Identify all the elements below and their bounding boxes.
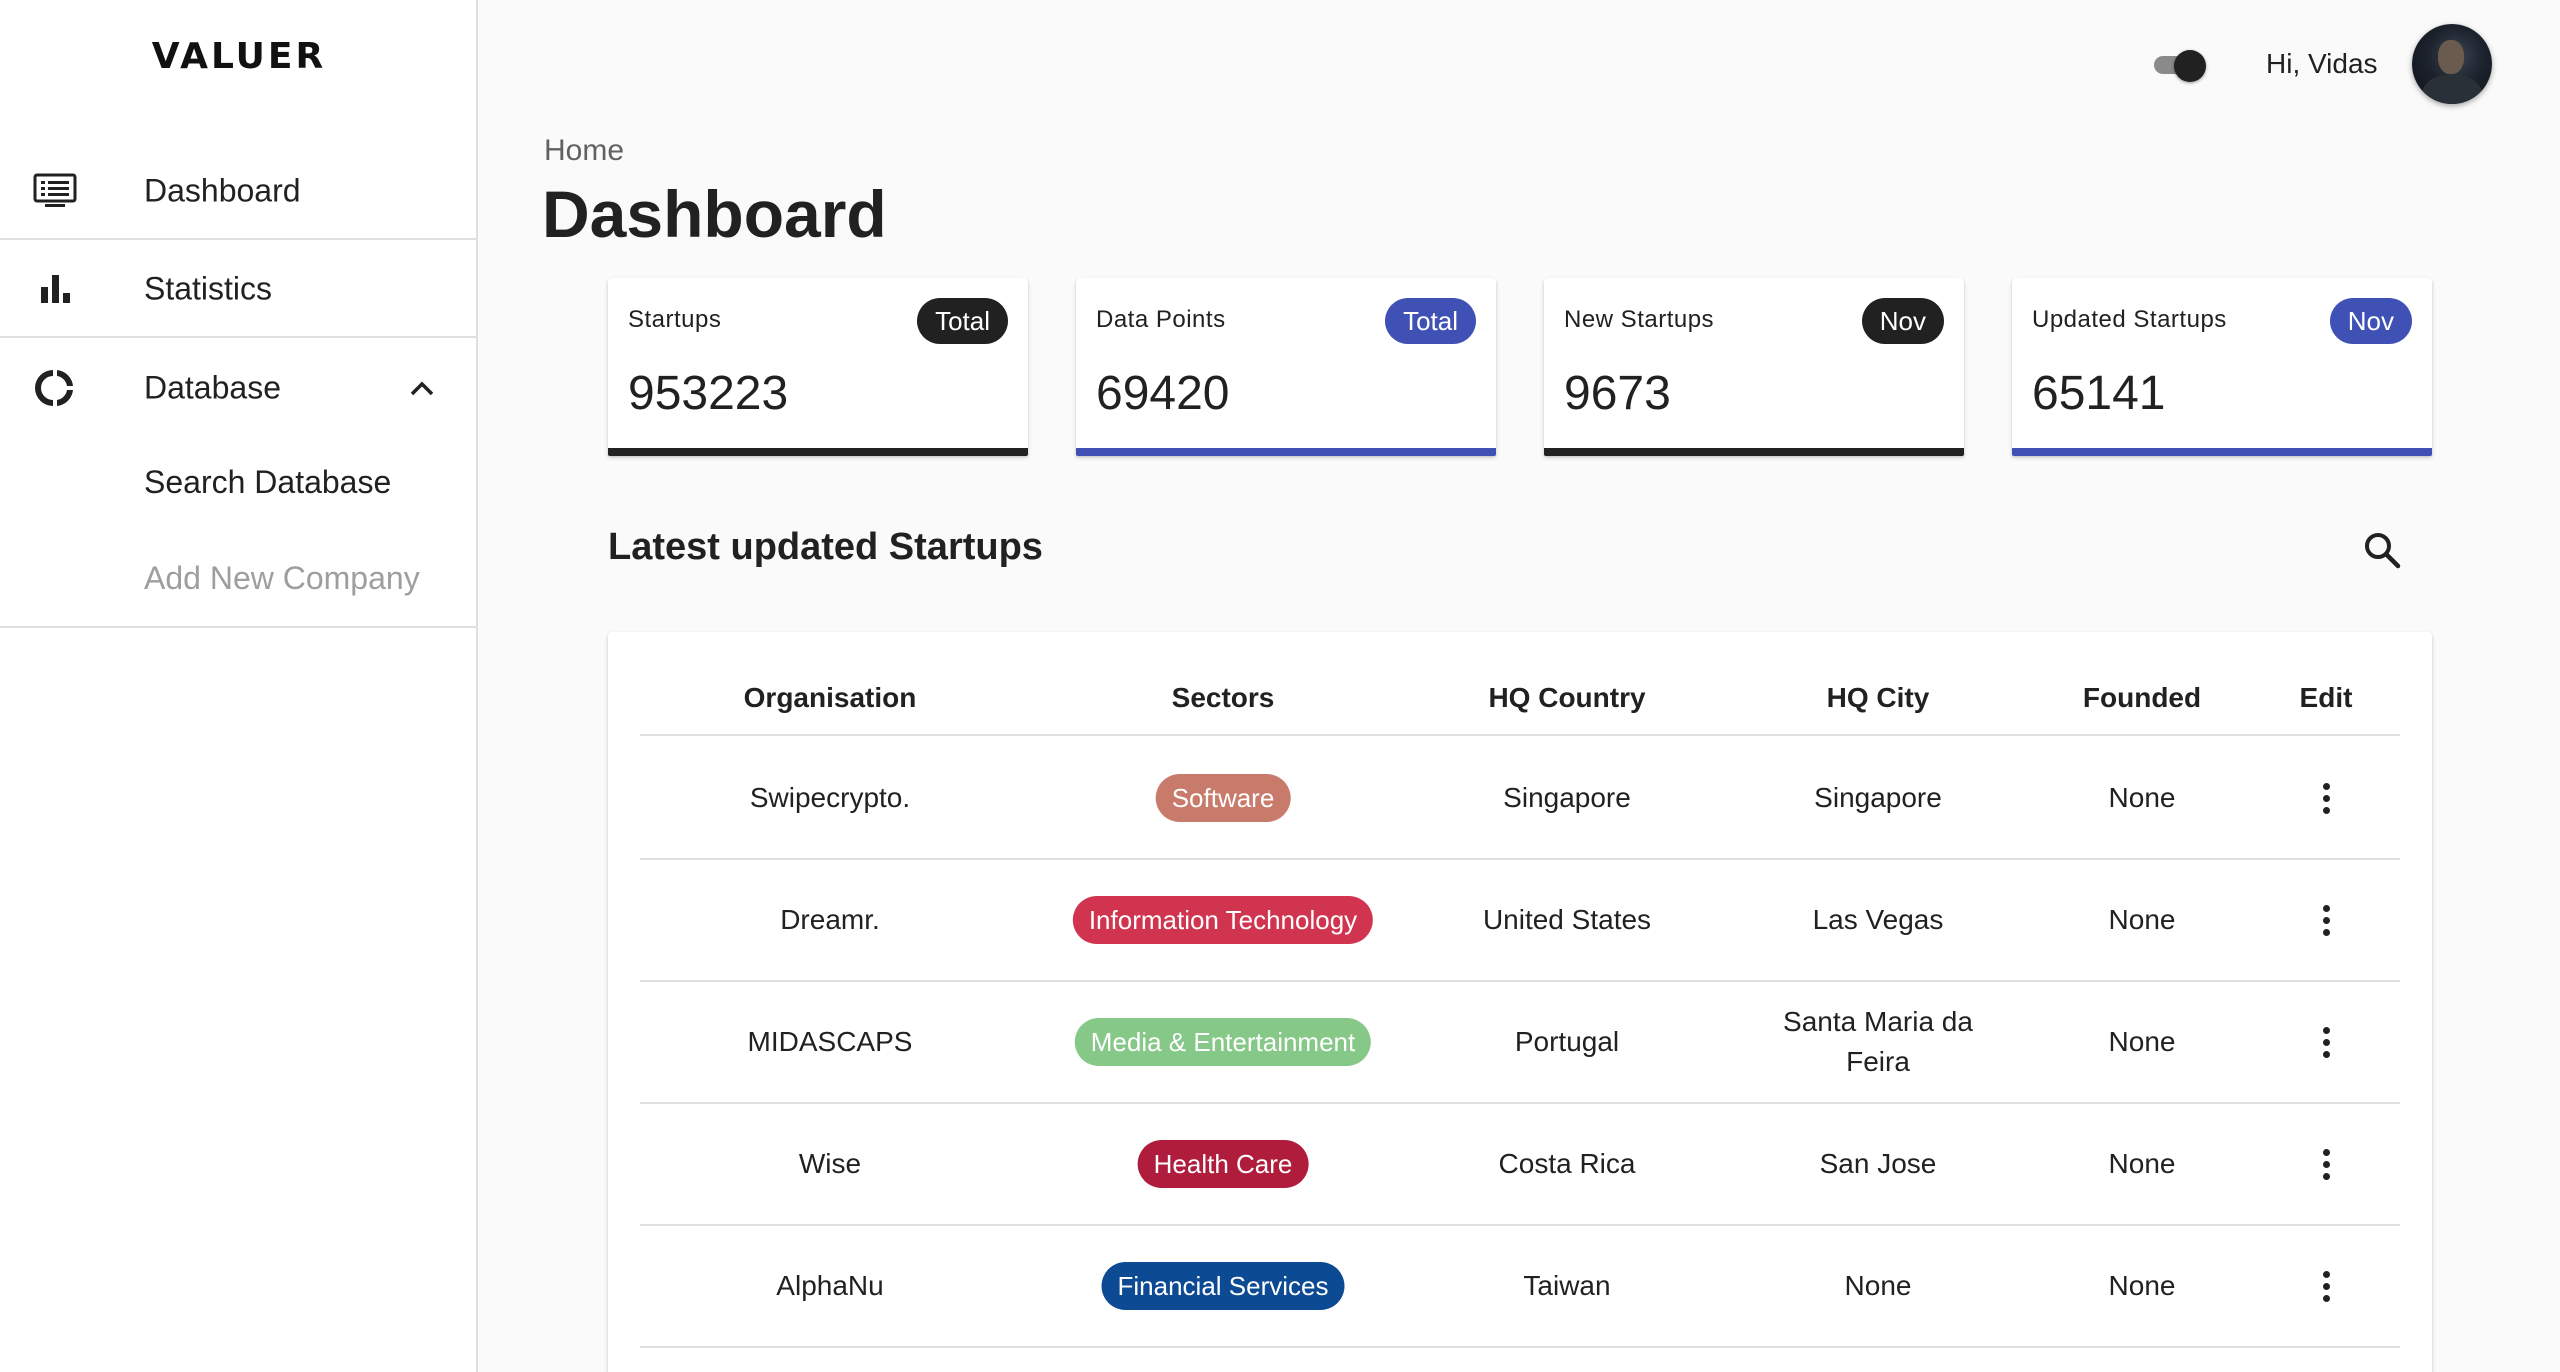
stat-card-new-startups: New Startups Nov 9673: [1544, 278, 1964, 456]
stat-badge: Nov: [2329, 298, 2412, 344]
row-menu-button[interactable]: [2306, 774, 2346, 822]
sidebar-subitem-add-new-company[interactable]: Add New Company: [144, 560, 420, 597]
sidebar: VALUER Dashboard Statistics Database Sea…: [0, 0, 478, 1372]
column-header-organisation[interactable]: Organisation: [744, 682, 917, 714]
avatar[interactable]: [2412, 24, 2492, 104]
cell-founded: None: [2108, 1026, 2176, 1057]
section-title: Latest updated Startups: [608, 526, 1043, 568]
toggle-thumb: [2174, 50, 2206, 82]
table-row[interactable]: Wise Health Care Costa Rica San Jose Non…: [640, 1104, 2400, 1226]
cell-hq-city: None: [1844, 1270, 1912, 1301]
sidebar-item-label: Statistics: [144, 270, 273, 307]
theme-toggle[interactable]: [2154, 50, 2210, 82]
cell-hq-city: San Jose: [1819, 1148, 1937, 1179]
column-header-hq-country[interactable]: HQ Country: [1488, 682, 1645, 714]
page-title: Dashboard: [542, 177, 887, 251]
sector-chip: Software: [1155, 774, 1291, 822]
chevron-up-icon[interactable]: [404, 370, 440, 406]
row-menu-button[interactable]: [2306, 1140, 2346, 1188]
stat-label: New Startups: [1564, 306, 1715, 333]
cell-hq-city: Santa Maria da Feira: [1783, 1006, 1973, 1077]
avatar-face: [2438, 40, 2464, 74]
cell-organisation: Dreamr.: [780, 904, 880, 935]
cell-hq-city: Las Vegas: [1812, 904, 1944, 935]
cell-hq-city: Singapore: [1814, 782, 1942, 813]
stat-badge: Total: [917, 298, 1008, 344]
stat-accent-bar: [2012, 448, 2432, 456]
row-menu-button[interactable]: [2306, 1018, 2346, 1066]
breadcrumb[interactable]: Home: [544, 134, 624, 168]
search-icon: [2365, 533, 2401, 569]
app-logo[interactable]: VALUER: [0, 36, 478, 77]
stat-label: Data Points: [1096, 306, 1226, 333]
startups-table: Organisation Sectors HQ Country HQ City …: [608, 632, 2432, 1372]
sidebar-subitem-search-database[interactable]: Search Database: [144, 464, 391, 501]
table-row[interactable]: MIDASCAPS Media & Entertainment Portugal…: [640, 982, 2400, 1104]
cell-organisation: Wise: [798, 1148, 862, 1179]
cell-organisation: MIDASCAPS: [747, 1026, 913, 1057]
stat-value: 65141: [2032, 367, 2166, 420]
user-greeting: Hi, Vidas: [2266, 48, 2378, 79]
stat-card-startups: Startups Total 953223: [608, 278, 1028, 456]
sidebar-item-label: Dashboard: [144, 172, 301, 209]
sector-chip: Information Technology: [1072, 896, 1374, 944]
stat-value: 69420: [1096, 367, 1230, 420]
stat-accent-bar: [1076, 448, 1496, 456]
cell-founded: None: [2108, 1148, 2176, 1179]
sidebar-item-label: Database: [144, 369, 281, 406]
row-menu-button[interactable]: [2306, 896, 2346, 944]
cell-organisation: Swipecrypto.: [749, 782, 911, 813]
cell-founded: None: [2108, 782, 2176, 813]
column-header-edit: Edit: [2299, 682, 2353, 713]
stat-accent-bar: [608, 448, 1028, 456]
sector-chip: Financial Services: [1101, 1262, 1345, 1310]
cell-organisation: AlphaNu: [776, 1270, 884, 1301]
row-menu-button[interactable]: [2306, 1262, 2346, 1310]
table-header: Organisation Sectors HQ Country HQ City …: [640, 632, 2400, 736]
stat-card-data-points: Data Points Total 69420: [1076, 278, 1496, 456]
cell-hq-country: Taiwan: [1523, 1270, 1611, 1301]
stat-value: 9673: [1564, 367, 1671, 420]
table-row[interactable]: Swipecrypto. Software Singapore Singapor…: [640, 738, 2400, 860]
cell-hq-country: Portugal: [1514, 1026, 1620, 1057]
column-header-founded[interactable]: Founded: [2083, 682, 2201, 714]
stat-badge: Total: [1385, 298, 1476, 344]
stat-card-updated-startups: Updated Startups Nov 65141: [2012, 278, 2432, 456]
donut-icon: [33, 366, 77, 410]
sector-chip: Media & Entertainment: [1074, 1018, 1372, 1066]
sidebar-item-database[interactable]: Database: [0, 340, 478, 436]
stat-value: 953223: [628, 367, 789, 420]
stat-badge: Nov: [1861, 298, 1944, 344]
sidebar-item-dashboard[interactable]: Dashboard: [0, 144, 478, 240]
table-row[interactable]: AlphaNu Financial Services Taiwan None N…: [640, 1226, 2400, 1348]
sidebar-item-statistics[interactable]: Statistics: [0, 242, 478, 338]
sidebar-divider: [0, 626, 478, 628]
column-header-sectors[interactable]: Sectors: [1172, 682, 1275, 714]
cell-hq-country: United States: [1482, 904, 1652, 935]
search-button[interactable]: [2360, 528, 2404, 572]
cell-founded: None: [2108, 904, 2176, 935]
column-header-hq-city[interactable]: HQ City: [1827, 682, 1930, 714]
bar-chart-icon: [33, 267, 77, 311]
cell-founded: None: [2108, 1270, 2176, 1301]
sector-chip: Health Care: [1137, 1140, 1309, 1188]
stat-accent-bar: [1544, 448, 1964, 456]
cell-hq-country: Singapore: [1503, 782, 1631, 813]
stat-label: Startups: [628, 306, 722, 333]
stat-label: Updated Startups: [2032, 306, 2227, 333]
cell-hq-country: Costa Rica: [1498, 1148, 1636, 1179]
table-row[interactable]: Dreamr. Information Technology United St…: [640, 860, 2400, 982]
dashboard-icon: [33, 169, 77, 213]
avatar-shoulders: [2422, 74, 2482, 104]
